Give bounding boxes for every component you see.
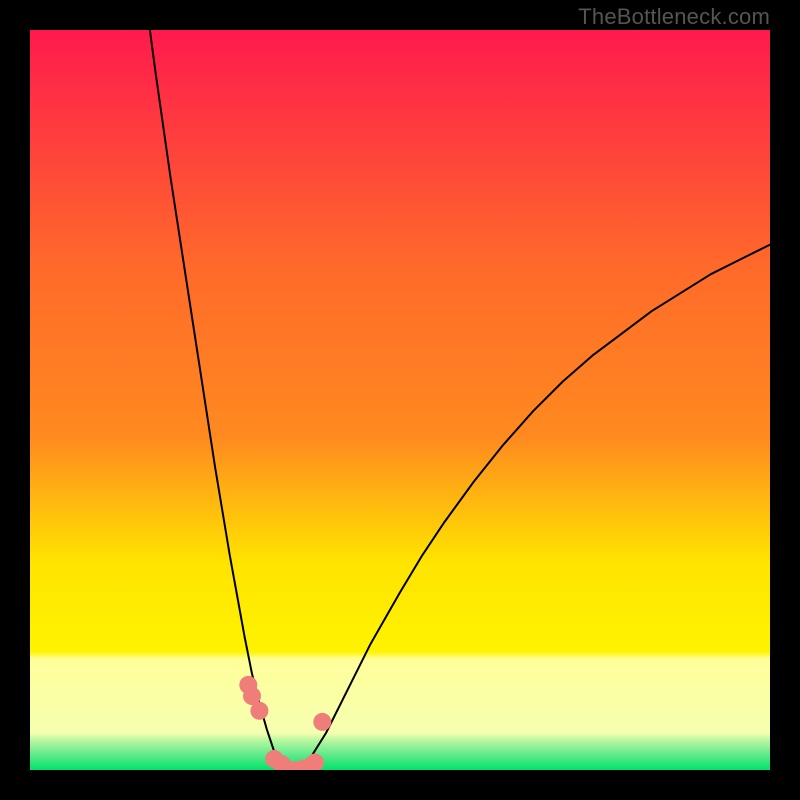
dot-highlight-dots [250, 702, 268, 720]
plot-area [30, 30, 770, 770]
watermark-text: TheBottleneck.com [578, 4, 770, 30]
chart-frame: TheBottleneck.com [0, 0, 800, 800]
dot-highlight-dots [313, 713, 331, 731]
gradient-background [30, 30, 770, 770]
chart-canvas [30, 30, 770, 770]
